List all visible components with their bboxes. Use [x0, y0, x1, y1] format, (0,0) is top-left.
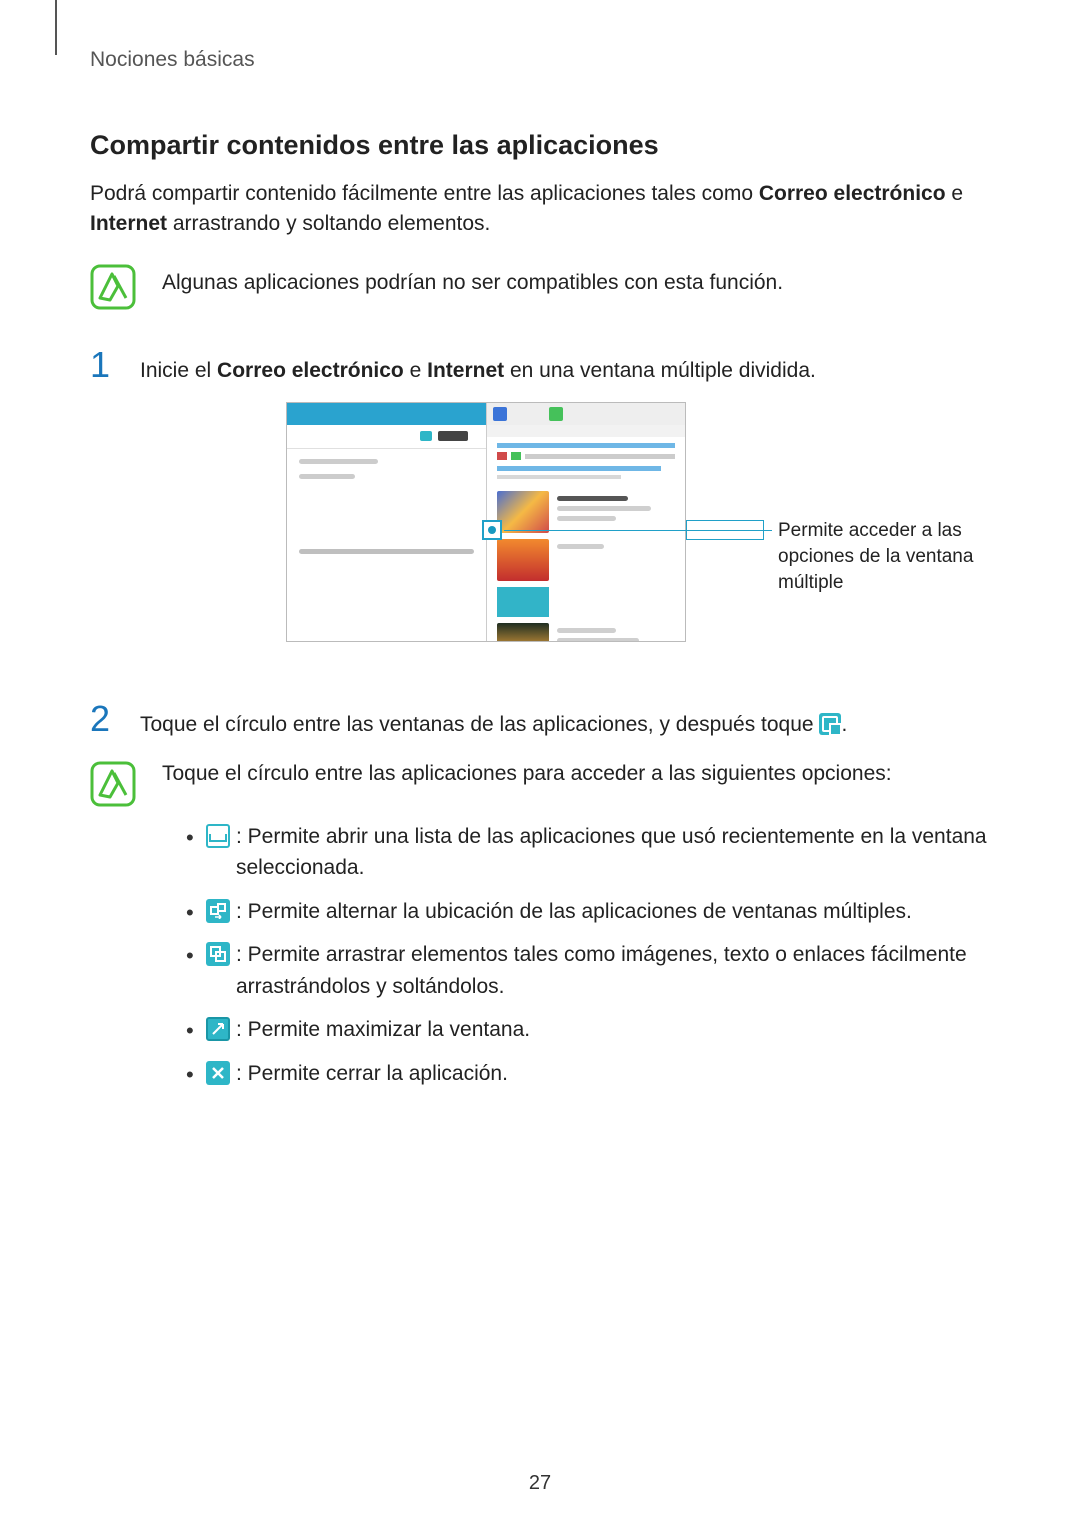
window-icon — [206, 824, 230, 848]
step1-mid: e — [404, 359, 427, 382]
intro-b1: Correo electrónico — [759, 182, 946, 205]
intro-post: arrastrando y soltando elementos. — [167, 212, 490, 235]
bullet-text: : Permite maximizar la ventana. — [236, 1018, 530, 1041]
step-2: 2 Toque el círculo entre las ventanas de… — [90, 698, 1000, 740]
note-icon — [90, 264, 136, 310]
intro-b2: Internet — [90, 212, 167, 235]
page-number: 27 — [0, 1472, 1080, 1495]
breadcrumb: Nociones básicas — [90, 48, 1000, 72]
step1-b1: Correo electrónico — [217, 359, 404, 382]
bullet-text: : Permite abrir una lista de las aplicac… — [236, 825, 987, 880]
step-1: 1 Inicie el Correo electrónico e Interne… — [90, 344, 1000, 386]
bullet-text: : Permite cerrar la aplicación. — [236, 1062, 508, 1085]
figure-wrap: Permite acceder a las opciones de la ven… — [90, 402, 1000, 672]
step2-pre: Toque el círculo entre las ventanas de l… — [140, 713, 819, 736]
note-text: Algunas aplicaciones podrían no ser comp… — [162, 262, 783, 298]
list-item: : Permite abrir una lista de las aplicac… — [176, 821, 1000, 884]
step-1-text: Inicie el Correo electrónico e Internet … — [140, 356, 816, 386]
figure-right-pane — [487, 403, 686, 641]
list-item: : Permite maximizar la ventana. — [176, 1014, 1000, 1046]
step1-post: en una ventana múltiple dividida. — [504, 359, 816, 382]
margin-rule — [55, 0, 57, 55]
list-item: : Permite cerrar la aplicación. — [176, 1058, 1000, 1090]
figure-left-pane — [287, 403, 487, 641]
intro-pre: Podrá compartir contenido fácilmente ent… — [90, 182, 759, 205]
tip-block: Toque el círculo entre las aplicaciones … — [90, 759, 1000, 807]
bullet-text: : Permite alternar la ubicación de las a… — [236, 900, 912, 923]
note-row: Algunas aplicaciones podrían no ser comp… — [90, 262, 1000, 310]
section-title: Compartir contenidos entre las aplicacio… — [90, 130, 1000, 161]
tip-intro: Toque el círculo entre las aplicaciones … — [162, 759, 892, 789]
step-number: 2 — [90, 698, 120, 740]
swap-icon — [206, 899, 230, 923]
list-item: : Permite arrastrar elementos tales como… — [176, 939, 1000, 1002]
step1-b2: Internet — [427, 359, 504, 382]
intro-paragraph: Podrá compartir contenido fácilmente ent… — [90, 179, 1000, 240]
intro-mid: e — [946, 182, 964, 205]
note-icon — [90, 761, 136, 807]
callout-text: Permite acceder a las opciones de la ven… — [778, 518, 1000, 595]
multiwindow-handle-marker — [482, 520, 502, 540]
options-list: : Permite abrir una lista de las aplicac… — [90, 821, 1000, 1090]
close-icon — [206, 1061, 230, 1085]
document-page: Nociones básicas Compartir contenidos en… — [0, 0, 1080, 1527]
step-number: 1 — [90, 344, 120, 386]
step-2-text: Toque el círculo entre las ventanas de l… — [140, 710, 847, 740]
drag-icon — [206, 942, 230, 966]
maximize-icon — [206, 1017, 230, 1041]
callout-target-box — [686, 520, 764, 540]
drag-icon — [819, 713, 841, 735]
bullet-text: : Permite arrastrar elementos tales como… — [236, 943, 967, 998]
list-item: : Permite alternar la ubicación de las a… — [176, 896, 1000, 928]
step1-pre: Inicie el — [140, 359, 217, 382]
